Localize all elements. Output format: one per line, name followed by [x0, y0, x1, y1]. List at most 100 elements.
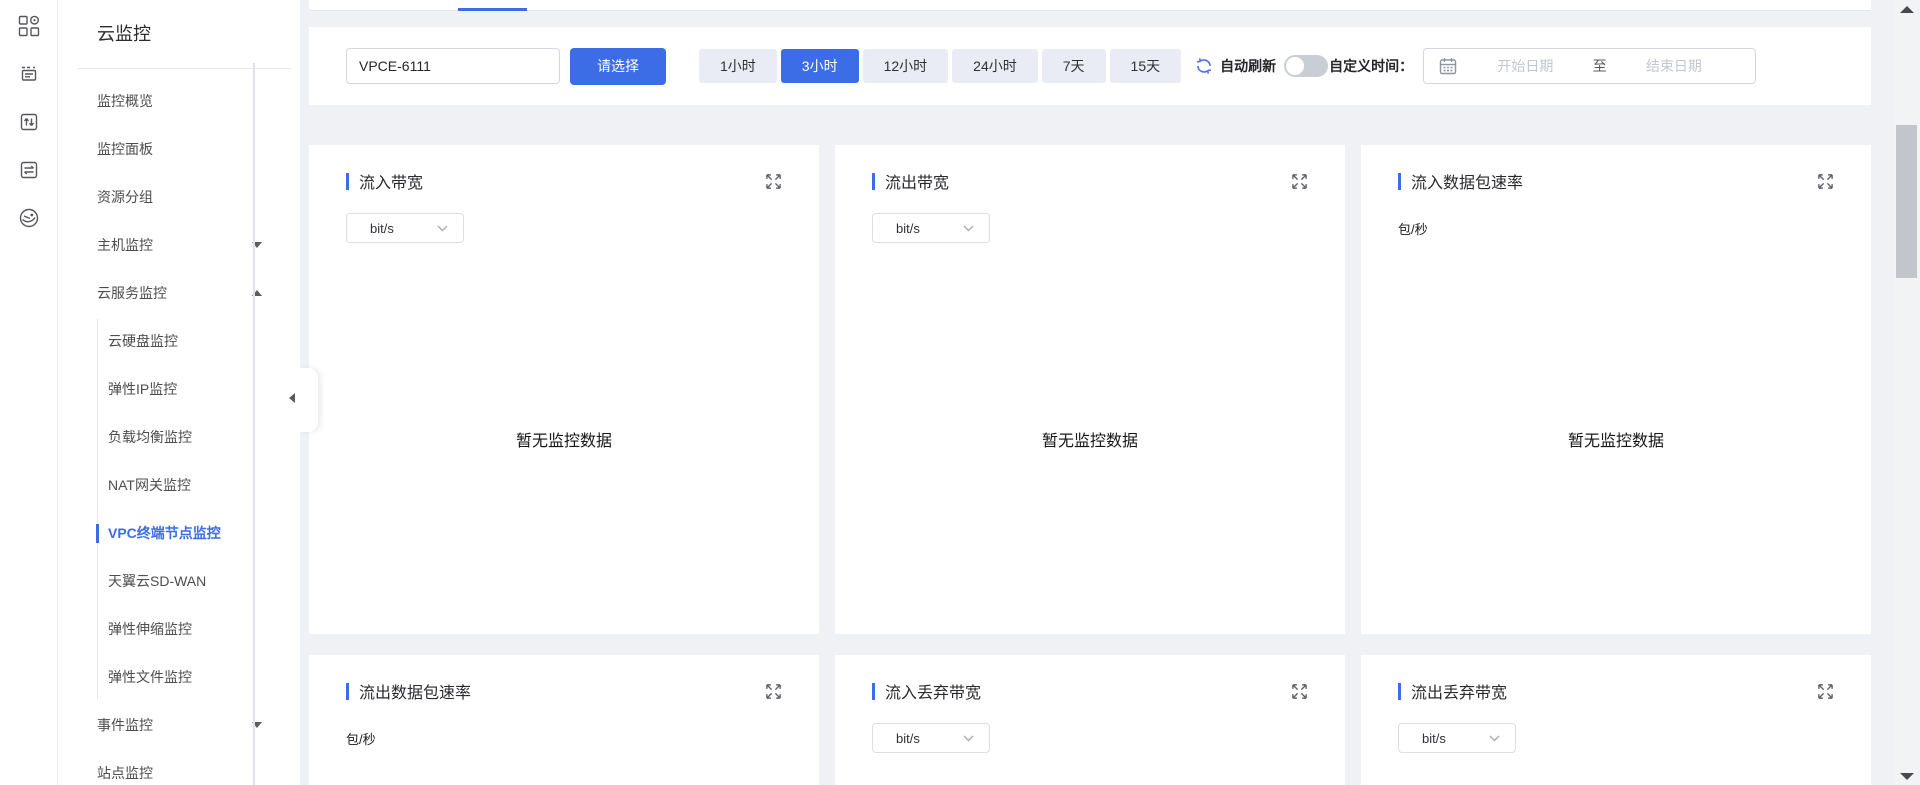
toolbar: 请选择 1小时 3小时 12小时 24小时 7天 15天 自动刷新 自定义时间：…: [309, 27, 1871, 105]
sidebar-item-nat-gateway[interactable]: NAT网关监控: [58, 461, 300, 509]
title-accent-bar: [1398, 683, 1401, 700]
time-range-group: 1小时 3小时 12小时 24小时 7天 15天: [699, 49, 1181, 83]
sidebar-item-label: 弹性伸缩监控: [108, 619, 192, 639]
scrollbar-thumb[interactable]: [1896, 125, 1917, 278]
unit-dropdown[interactable]: bit/s: [346, 213, 464, 243]
empty-data-text: 暂无监控数据: [1398, 243, 1834, 634]
title-accent-bar: [872, 173, 875, 190]
sidebar-item-auto-scaling[interactable]: 弹性伸缩监控: [58, 605, 300, 653]
instance-input[interactable]: [346, 48, 560, 84]
card-title: 流出丢弃带宽: [1411, 679, 1507, 703]
unit-label: 包/秒: [346, 729, 376, 748]
unit-dropdown[interactable]: bit/s: [872, 213, 990, 243]
sidebar-collapse-handle[interactable]: [300, 368, 318, 432]
tab-strip: [309, 0, 1871, 11]
sidebar-item-label: 弹性文件监控: [108, 667, 192, 687]
title-accent-bar: [346, 173, 349, 190]
title-accent-bar: [872, 683, 875, 700]
title-accent-bar: [1398, 173, 1401, 190]
sidebar-item-elastic-file[interactable]: 弹性文件监控: [58, 653, 300, 701]
sidebar-scrollbar[interactable]: [253, 63, 255, 785]
empty-data-area: [872, 753, 1308, 785]
sidebar-item-label: 云服务监控: [97, 283, 167, 303]
sidebar-item-site-monitor[interactable]: 站点监控: [58, 749, 300, 785]
time-range-12h-button[interactable]: 12小时: [863, 49, 949, 83]
unit-dropdown[interactable]: bit/s: [1398, 723, 1516, 753]
sidebar-menu: 监控概览 监控面板 资源分组 主机监控 云服务监控: [58, 77, 300, 317]
sidebar-item-cloud-service-monitor[interactable]: 云服务监控: [58, 269, 300, 317]
sidebar-item-label: 弹性IP监控: [108, 379, 177, 399]
time-range-7d-button[interactable]: 7天: [1042, 49, 1106, 83]
sidebar-item-cloud-disk[interactable]: 云硬盘监控: [58, 317, 300, 365]
expand-icon[interactable]: [765, 173, 782, 190]
card-outbound-packet-rate: 流出数据包速率 包/秒: [309, 655, 819, 785]
time-range-1h-button[interactable]: 1小时: [699, 49, 777, 83]
empty-data-area: [346, 753, 782, 785]
chevron-down-icon: [1489, 735, 1500, 742]
sidebar-item-event-monitor[interactable]: 事件监控: [58, 701, 300, 749]
unit-value: bit/s: [896, 731, 920, 746]
calendar-icon: [1438, 56, 1458, 76]
end-date-placeholder[interactable]: 结束日期: [1607, 56, 1742, 76]
start-date-placeholder[interactable]: 开始日期: [1458, 56, 1593, 76]
card-inbound-packet-rate: 流入数据包速率 包/秒 暂无监控数据: [1361, 145, 1871, 634]
refresh-icon[interactable]: [1195, 57, 1213, 75]
sidebar-item-label: 监控面板: [97, 139, 153, 159]
sidebar-item-elastic-ip[interactable]: 弹性IP监控: [58, 365, 300, 413]
unit-dropdown[interactable]: bit/s: [872, 723, 990, 753]
site-globe-icon[interactable]: [0, 194, 57, 242]
time-range-3h-button[interactable]: 3小时: [781, 49, 859, 83]
expand-icon[interactable]: [765, 683, 782, 700]
select-button[interactable]: 请选择: [570, 48, 666, 85]
unit-value: bit/s: [896, 221, 920, 236]
toggle-knob: [1286, 57, 1304, 75]
sidebar-divider: [78, 68, 292, 69]
active-tab-underline: [458, 8, 527, 11]
sidebar-menu-bottom: 事件监控 站点监控: [58, 701, 300, 785]
sidebar: 云监控 监控概览 监控面板 资源分组 主机监控 云服务监控 云硬盘监控 弹性IP…: [58, 0, 300, 785]
custom-time-label: 自定义时间：: [1329, 56, 1413, 76]
unit-label: 包/秒: [1398, 219, 1428, 238]
card-title: 流入带宽: [359, 169, 423, 193]
sidebar-item-label: 云硬盘监控: [108, 331, 178, 351]
network-switch-icon[interactable]: [0, 146, 57, 194]
date-range-picker[interactable]: 开始日期 至 结束日期: [1423, 48, 1756, 84]
scroll-down-arrow-icon[interactable]: [1900, 773, 1914, 780]
sidebar-item-label: 站点监控: [97, 763, 153, 783]
chevron-down-icon: [437, 225, 448, 232]
title-accent-bar: [346, 683, 349, 700]
time-range-24h-button[interactable]: 24小时: [952, 49, 1038, 83]
sidebar-item-label: 监控概览: [97, 91, 153, 111]
expand-icon[interactable]: [1291, 683, 1308, 700]
app-rail: [0, 0, 58, 785]
page-scrollbar[interactable]: [1893, 0, 1920, 785]
sidebar-item-monitor-panel[interactable]: 监控面板: [58, 125, 300, 173]
card-outbound-bandwidth: 流出带宽 bit/s 暂无监控数据: [835, 145, 1345, 634]
sidebar-item-host-monitor[interactable]: 主机监控: [58, 221, 300, 269]
vpc-icon[interactable]: [0, 50, 57, 98]
sidebar-item-label: 事件监控: [97, 715, 153, 735]
sidebar-item-load-balancer[interactable]: 负载均衡监控: [58, 413, 300, 461]
time-range-15d-button[interactable]: 15天: [1110, 49, 1182, 83]
scroll-up-arrow-icon[interactable]: [1900, 6, 1914, 13]
app-grid-icon[interactable]: [0, 2, 57, 50]
empty-data-text: 暂无监控数据: [346, 243, 782, 634]
sidebar-item-monitor-overview[interactable]: 监控概览: [58, 77, 300, 125]
sidebar-item-vpc-endpoint[interactable]: VPC终端节点监控: [58, 509, 300, 557]
card-title: 流出带宽: [885, 169, 949, 193]
expand-icon[interactable]: [1817, 683, 1834, 700]
sidebar-item-label: 负载均衡监控: [108, 427, 192, 447]
empty-data-area: [1398, 753, 1834, 785]
expand-icon[interactable]: [1291, 173, 1308, 190]
chevron-down-icon: [963, 735, 974, 742]
expand-icon[interactable]: [1817, 173, 1834, 190]
empty-data-text: 暂无监控数据: [872, 243, 1308, 634]
chevron-down-icon: [963, 225, 974, 232]
sidebar-item-resource-groups[interactable]: 资源分组: [58, 173, 300, 221]
auto-refresh-toggle[interactable]: [1284, 55, 1328, 77]
unit-value: bit/s: [370, 221, 394, 236]
sidebar-item-sdwan[interactable]: 天翼云SD-WAN: [58, 557, 300, 605]
card-outbound-dropped-bandwidth: 流出丢弃带宽 bit/s: [1361, 655, 1871, 785]
host-monitor-icon[interactable]: [0, 98, 57, 146]
card-title: 流出数据包速率: [359, 679, 471, 703]
